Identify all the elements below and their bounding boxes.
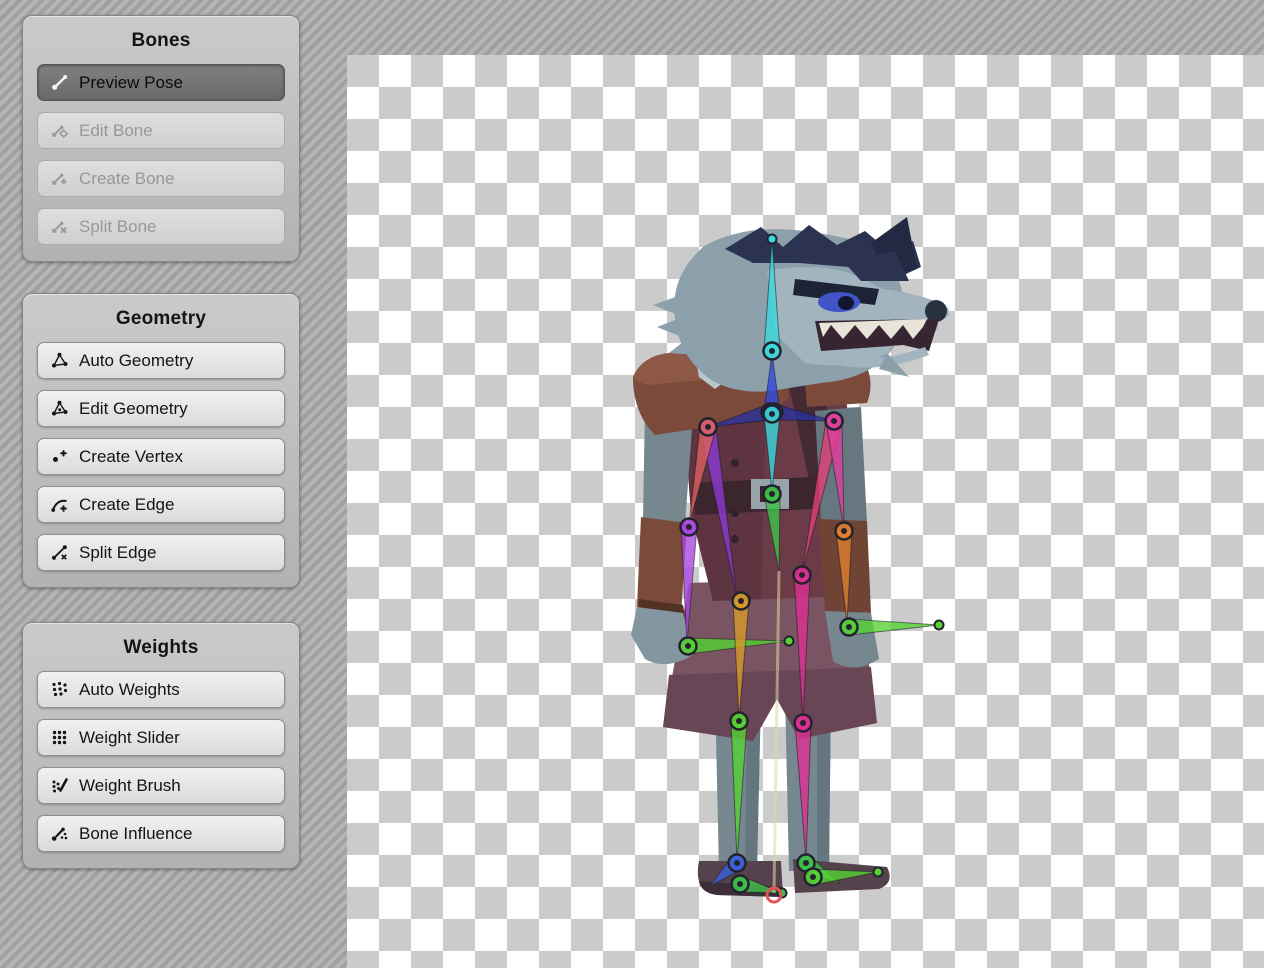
bone-influence-button[interactable]: Bone Influence — [37, 815, 285, 852]
create-edge-label: Create Edge — [79, 495, 174, 515]
tip-toe-r — [874, 868, 883, 877]
preview-pose-label: Preview Pose — [79, 73, 183, 93]
auto-weights-label: Auto Weights — [79, 680, 180, 700]
stage-svg — [347, 55, 1264, 968]
create-bone-icon — [48, 169, 70, 189]
weight-slider-label: Weight Slider — [79, 728, 180, 748]
split-edge-button[interactable]: Split Edge — [37, 534, 285, 571]
tip-head — [768, 235, 777, 244]
tip-hand-r — [935, 621, 944, 630]
bones-panel-title: Bones — [37, 26, 285, 54]
auto-geometry-label: Auto Geometry — [79, 351, 193, 371]
auto-geometry-icon — [48, 351, 70, 371]
auto-weights-button[interactable]: Auto Weights — [37, 671, 285, 708]
edit-geometry-icon — [48, 399, 70, 419]
weight-slider-button[interactable]: Weight Slider — [37, 719, 285, 756]
weight-brush-label: Weight Brush — [79, 776, 181, 796]
bone-hand-r — [849, 619, 939, 635]
weight-slider-icon — [48, 728, 70, 748]
preview-pose-button[interactable]: Preview Pose — [37, 64, 285, 101]
split-bone-button[interactable]: Split Bone — [37, 208, 285, 245]
auto-geometry-button[interactable]: Auto Geometry — [37, 342, 285, 379]
create-edge-icon — [48, 495, 70, 515]
create-edge-button[interactable]: Create Edge — [37, 486, 285, 523]
split-bone-label: Split Bone — [79, 217, 157, 237]
split-bone-icon — [48, 217, 70, 237]
edit-geometry-button[interactable]: Edit Geometry — [37, 390, 285, 427]
geometry-panel-title: Geometry — [37, 304, 285, 332]
edit-geometry-label: Edit Geometry — [79, 399, 188, 419]
weights-panel: Weights Auto Weights Weight Slider Weigh… — [22, 622, 300, 869]
tip-hand-l — [785, 637, 794, 646]
bone-influence-icon — [48, 824, 70, 844]
auto-weights-icon — [48, 680, 70, 700]
edit-bone-label: Edit Bone — [79, 121, 153, 141]
edit-bone-icon — [48, 121, 70, 141]
create-vertex-button[interactable]: Create Vertex — [37, 438, 285, 475]
weight-brush-icon — [48, 776, 70, 796]
character-sprite — [631, 217, 949, 897]
sprite-canvas[interactable] — [347, 55, 1264, 968]
skinning-editor-workspace: { "panels": [ { "title": "Bones", "butto… — [0, 0, 1264, 968]
split-edge-icon — [48, 543, 70, 563]
create-vertex-label: Create Vertex — [79, 447, 183, 467]
split-edge-label: Split Edge — [79, 543, 157, 563]
create-vertex-icon — [48, 447, 70, 467]
bone-influence-label: Bone Influence — [79, 824, 192, 844]
weight-brush-button[interactable]: Weight Brush — [37, 767, 285, 804]
preview-pose-icon — [48, 73, 70, 93]
create-bone-button[interactable]: Create Bone — [37, 160, 285, 197]
geometry-panel: Geometry Auto Geometry Edit Geometry Cre… — [22, 293, 300, 588]
create-bone-label: Create Bone — [79, 169, 174, 189]
bones-panel: Bones Preview Pose Edit Bone Create Bone… — [22, 15, 300, 262]
edit-bone-button[interactable]: Edit Bone — [37, 112, 285, 149]
weights-panel-title: Weights — [37, 633, 285, 661]
